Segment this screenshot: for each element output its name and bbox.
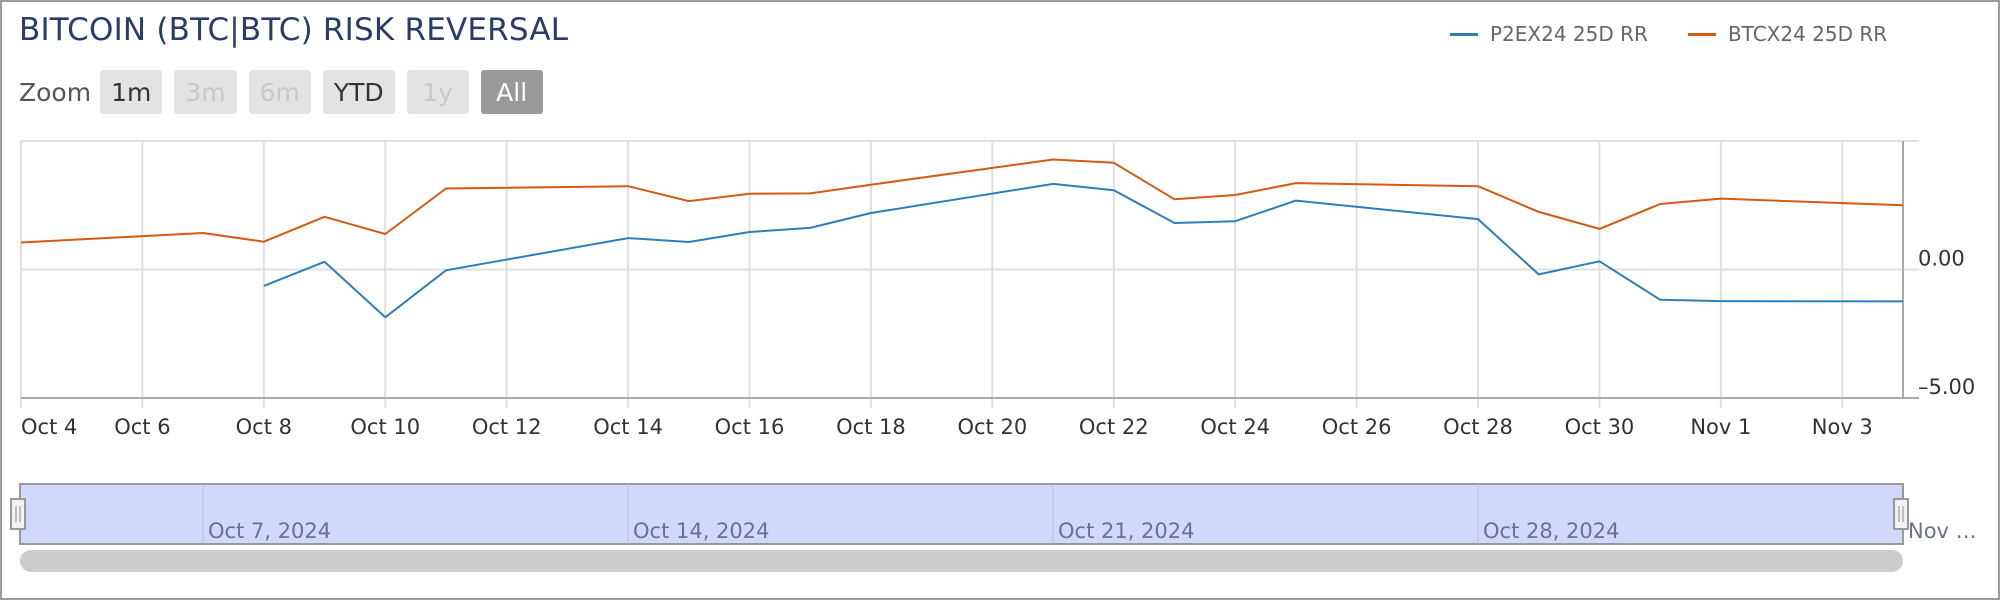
x-tick-label: Oct 12 <box>472 415 542 439</box>
x-tick-label: Nov 3 <box>1812 415 1873 439</box>
x-tick-label: Oct 26 <box>1322 415 1392 439</box>
x-tick-label: Oct 6 <box>114 415 170 439</box>
navigator-label: Nov … <box>1908 519 1977 543</box>
navigator-label: Oct 28, 2024 <box>1483 519 1620 543</box>
chart-svg: Oct 4 Oct 6 Oct 8 Oct 10 Oct 12 Oct 14 Oct 16 O… <box>10 140 1977 572</box>
navigator-label: Oct 14, 2024 <box>633 519 770 543</box>
x-tick-label: Oct 30 <box>1565 415 1635 439</box>
series-line-p2ex24[interactable] <box>263 182 1904 319</box>
scrollbar-thumb[interactable] <box>20 550 1903 572</box>
navigator-handle-left[interactable] <box>10 498 26 530</box>
x-tick-label: Oct 18 <box>836 415 906 439</box>
x-tick-label: Oct 20 <box>957 415 1027 439</box>
series-line-btcx24[interactable] <box>20 158 1904 244</box>
series-group <box>20 158 1904 319</box>
axes: Oct 4 Oct 6 Oct 8 Oct 10 Oct 12 Oct 14 Oct 16 O… <box>21 141 1975 439</box>
x-tick-label: Oct 4 <box>21 415 77 439</box>
y-tick-label: 0.00 <box>1918 247 1965 271</box>
x-tick-label: Oct 14 <box>593 415 663 439</box>
x-tick-label: Oct 10 <box>350 415 420 439</box>
x-tick-label: Oct 28 <box>1443 415 1513 439</box>
x-tick-label: Nov 1 <box>1690 415 1751 439</box>
x-tick-label: Oct 22 <box>1079 415 1149 439</box>
grid <box>20 140 1919 408</box>
x-tick-label: Oct 8 <box>236 415 292 439</box>
navigator-handle-right[interactable] <box>1893 498 1909 530</box>
y-tick-label: –5.00 <box>1918 375 1975 399</box>
x-tick-label: Oct 24 <box>1200 415 1270 439</box>
x-tick-label: Oct 16 <box>715 415 785 439</box>
handle-grip[interactable] <box>1893 498 1909 530</box>
navigator-label: Oct 21, 2024 <box>1058 519 1195 543</box>
navigator[interactable]: Oct 7, 2024 Oct 14, 2024 Oct 21, 2024 Oct 2… <box>10 483 1977 545</box>
navigator-label: Oct 7, 2024 <box>208 519 331 543</box>
handle-grip[interactable] <box>10 498 26 530</box>
